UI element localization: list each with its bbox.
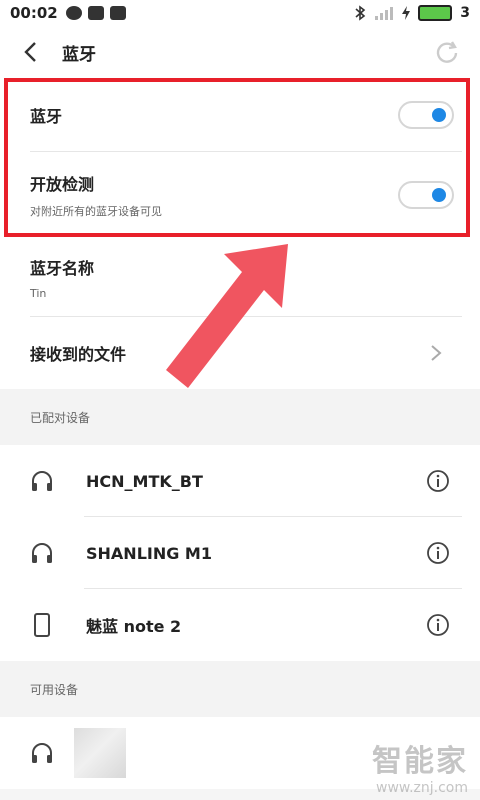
- toggle-knob: [432, 108, 446, 122]
- headphones-icon: [32, 543, 52, 563]
- received-files-row[interactable]: 接收到的文件: [0, 317, 480, 389]
- page-title: 蓝牙: [62, 44, 96, 65]
- available-devices-header: 可用设备: [0, 661, 480, 717]
- refresh-icon[interactable]: [434, 39, 460, 65]
- headphones-icon: [32, 743, 52, 763]
- toggle-knob: [432, 187, 446, 202]
- bluetooth-toggle[interactable]: [398, 101, 454, 129]
- bluetooth-name-value: Tin: [30, 286, 47, 300]
- blurred-device-name: [74, 728, 126, 778]
- image-icon: [87, 6, 104, 20]
- message-icon: [65, 6, 82, 20]
- back-arrow-icon[interactable]: [20, 40, 44, 64]
- paired-device-1[interactable]: HCN_MTK_BT: [0, 445, 480, 517]
- battery-level: 3: [460, 5, 470, 21]
- watermark-url: www.znj.com: [376, 780, 468, 796]
- bluetooth-settings-list: 蓝牙 开放检测 对附近所有的蓝牙设备可见 蓝牙名称 Tin 接收到的文件 已配对…: [0, 78, 480, 789]
- device-name: 魅蓝 note 2: [86, 617, 182, 636]
- app-header: 蓝牙: [0, 26, 480, 78]
- signal-icon: [375, 7, 394, 20]
- discoverable-row[interactable]: 开放检测 对附近所有的蓝牙设备可见: [0, 152, 480, 237]
- received-files-label: 接收到的文件: [30, 345, 127, 364]
- headphones-icon: [32, 471, 52, 491]
- status-time: 00:02: [10, 4, 58, 22]
- watermark-brand: 智能家: [372, 744, 468, 779]
- paired-device-2[interactable]: SHANLING M1: [0, 517, 480, 589]
- bluetooth-name-label: 蓝牙名称: [30, 258, 95, 278]
- charging-icon: [402, 6, 411, 20]
- device-name: HCN_MTK_BT: [86, 471, 203, 491]
- paired-device-3[interactable]: 魅蓝 note 2: [0, 589, 480, 661]
- info-icon[interactable]: [426, 541, 450, 565]
- battery-indicator: [418, 5, 453, 21]
- discoverable-toggle[interactable]: [398, 180, 454, 209]
- bluetooth-row[interactable]: 蓝牙: [0, 78, 480, 152]
- info-icon[interactable]: [426, 613, 450, 637]
- phone-icon: [34, 613, 50, 637]
- bag-icon: [109, 6, 126, 20]
- watermark: 智能家 www.znj.com: [372, 736, 468, 796]
- device-name: SHANLING M1: [86, 543, 212, 563]
- paired-devices-header: 已配对设备: [0, 389, 480, 445]
- chevron-right-icon: [431, 345, 442, 361]
- info-icon[interactable]: [426, 469, 450, 493]
- status-bar: 00:02 3: [0, 0, 480, 26]
- bluetooth-status-icon: [355, 5, 366, 21]
- bluetooth-name-row[interactable]: 蓝牙名称 Tin: [0, 237, 480, 317]
